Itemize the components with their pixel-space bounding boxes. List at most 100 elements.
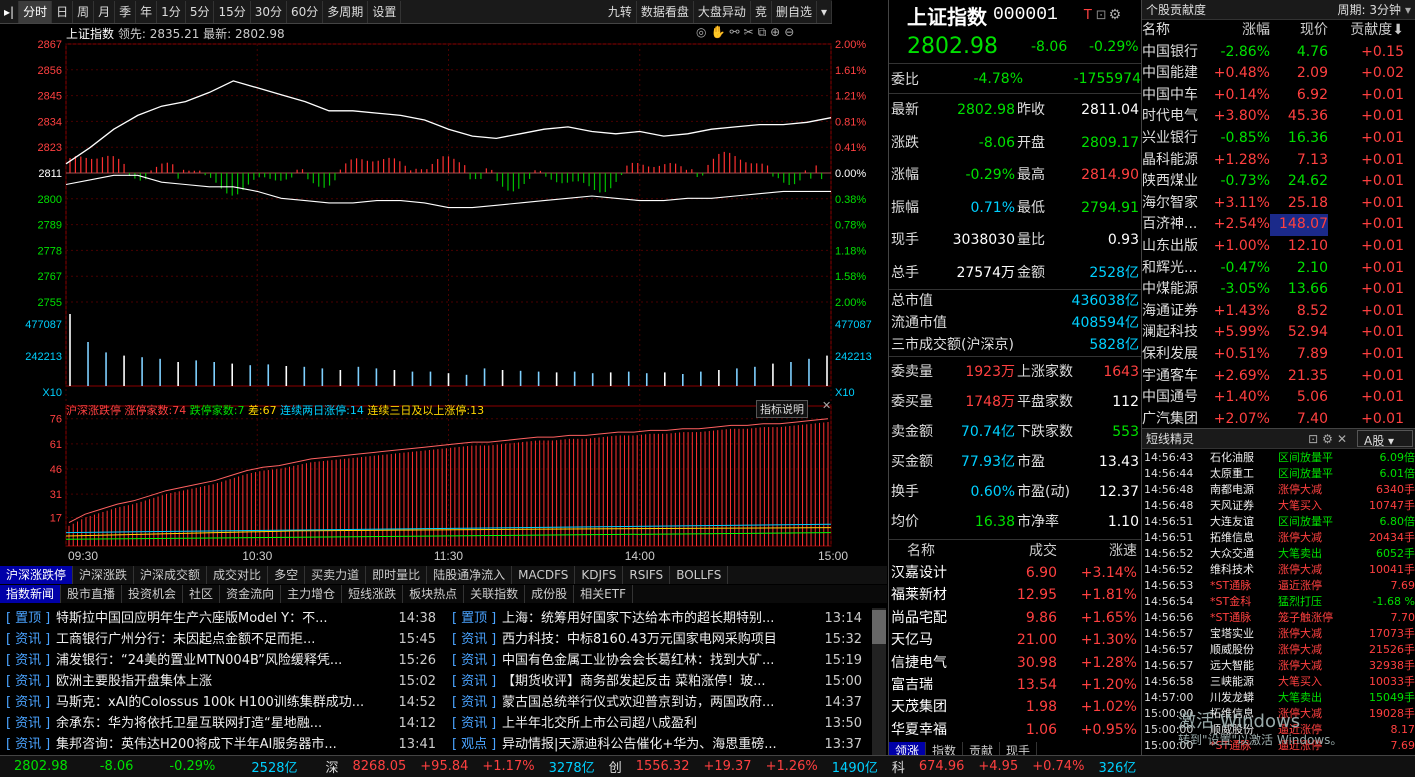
close-icon[interactable]: ✕ — [1337, 429, 1347, 448]
news-tab[interactable]: 板块热点 — [403, 585, 465, 603]
contrib-row[interactable]: 中国能建 +0.48% 2.09 +0.02 — [1142, 63, 1415, 85]
period-tab[interactable]: 月 — [94, 0, 116, 23]
period-tab[interactable]: 分时 — [19, 0, 53, 23]
t-icon[interactable]: T — [1084, 8, 1092, 23]
period-tab[interactable]: 1分 — [157, 0, 186, 23]
news-tab[interactable]: 主力增仓 — [281, 585, 343, 603]
contrib-col-pct[interactable]: 涨幅 — [1212, 20, 1270, 42]
period-tab[interactable]: 年 — [136, 0, 158, 23]
news-text[interactable]: 上半年北交所上市公司超八成盈利 — [502, 713, 822, 734]
toolbar-button[interactable]: 竞 — [751, 0, 772, 23]
contrib-row[interactable]: 山东出版 +1.00% 12.10 +0.01 — [1142, 236, 1415, 258]
gear-icon[interactable]: ⚙ — [1109, 7, 1122, 23]
news-text[interactable]: 特斯拉中国回应明年生产六座版Model Y：不... — [56, 608, 396, 629]
news-tab[interactable]: 指数新闻 — [0, 585, 62, 603]
contrib-row[interactable]: 兴业银行 -0.85% 16.36 +0.01 — [1142, 128, 1415, 150]
period-tab[interactable]: 季 — [115, 0, 137, 23]
contrib-row[interactable]: 中国中车 +0.14% 6.92 +0.01 — [1142, 85, 1415, 107]
news-item[interactable]: [资讯] 集邦咨询：英伟达H200将成下半年AI服务器市... 13:41 — [0, 734, 440, 755]
hand-icon[interactable]: ✋ — [710, 25, 729, 39]
news-text[interactable]: 异动情报|天源迪科公告催化+华为、海思重磅... — [502, 734, 822, 755]
jingling-row[interactable]: 14:56:56 *ST通脉 笼子触涨停 7.70 — [1142, 610, 1415, 626]
rank-row[interactable]: 天亿马 21.00 +1.30% — [889, 629, 1141, 651]
news-item[interactable]: [资讯] 工商银行广州分行：未因起点金额不足而拒... 15:45 — [0, 629, 440, 650]
indicator-tab[interactable]: 多空 — [268, 566, 306, 584]
jingling-row[interactable]: 14:56:48 天风证券 大笔买入 10747手 — [1142, 498, 1415, 514]
news-item[interactable]: [资讯] 蒙古国总统举行仪式欢迎普京到访，两国政府... 14:37 — [446, 692, 866, 713]
period-tab[interactable]: 15分 — [214, 0, 251, 23]
news-item[interactable]: [观点] 异动情报|天源迪科公告催化+华为、海思重磅... 13:37 — [446, 734, 866, 755]
news-item[interactable]: [资讯] 西力科技：中标8160.43万元国家电网采购项目 15:32 — [446, 629, 866, 650]
jingling-row[interactable]: 14:56:57 远大智能 涨停大减 32938手 — [1142, 658, 1415, 674]
news-text[interactable]: 余承东：华为将依托卫星互联网打造“星地融... — [56, 713, 396, 734]
news-item[interactable]: [资讯] 上半年北交所上市公司超八成盈利 13:50 — [446, 713, 866, 734]
contrib-row[interactable]: 海通证券 +1.43% 8.52 +0.01 — [1142, 301, 1415, 323]
rank-row[interactable]: 天茂集团 1.98 +1.02% — [889, 696, 1141, 718]
toolbar-button[interactable]: 九转 — [604, 0, 637, 23]
news-item[interactable]: [资讯] 中国有色金属工业协会会长葛红林：找到大矿... 15:19 — [446, 650, 866, 671]
period-tab[interactable]: 日 — [52, 0, 74, 23]
toolbar-button[interactable]: 数据看盘 — [637, 0, 694, 23]
indicator-tab[interactable]: BOLLFS — [670, 566, 729, 584]
indicator-help-button[interactable]: 指标说明 — [756, 400, 808, 418]
share-icon[interactable]: ⊡ — [1096, 8, 1107, 23]
share-icon[interactable]: ⊡ — [1308, 429, 1318, 448]
copy-icon[interactable]: ⧉ — [758, 25, 771, 39]
indicator-tab[interactable]: 成交对比 — [207, 566, 269, 584]
news-item[interactable]: [资讯] 浦发银行：“24美的置业MTN004B”风险缓释凭... 15:26 — [0, 650, 440, 671]
toolbar-button[interactable]: 删自选 — [772, 0, 817, 23]
news-tab[interactable]: 投资机会 — [122, 585, 184, 603]
contrib-row[interactable]: 和辉光... -0.47% 2.10 +0.01 — [1142, 258, 1415, 280]
indicator-tab[interactable]: 沪深成交额 — [134, 566, 208, 584]
news-item[interactable]: [置顶] 上海：统筹用好国家下达给本市的超长期特别... 13:14 — [446, 608, 866, 629]
indicator-tab[interactable]: MACDFS — [512, 566, 576, 584]
dropdown-icon[interactable]: ▾ — [1405, 0, 1415, 19]
period-tab[interactable]: 60分 — [287, 0, 324, 23]
period-tab[interactable]: 周 — [73, 0, 95, 23]
scroll-thumb[interactable] — [872, 610, 886, 644]
news-text[interactable]: 上海：统筹用好国家下达给本市的超长期特别... — [502, 608, 822, 629]
news-item[interactable]: [资讯] 余承东：华为将依托卫星互联网打造“星地融... 14:12 — [0, 713, 440, 734]
indicator-tab[interactable]: KDJFS — [575, 566, 624, 584]
news-text[interactable]: 工商银行广州分行：未因起点金额不足而拒... — [56, 629, 396, 650]
dropdown-icon[interactable]: ▾ — [817, 0, 832, 23]
news-item[interactable]: [资讯] 【期货收评】商务部发起反击 菜粕涨停！玻... 15:00 — [446, 671, 866, 692]
rank-row[interactable]: 富吉瑞 13.54 +1.20% — [889, 674, 1141, 696]
indicator-tab[interactable]: 沪深涨跌停 — [0, 566, 74, 584]
indicator-tab[interactable]: 陆股通净流入 — [427, 566, 513, 584]
period-select[interactable]: 周期: 3分钟 — [1337, 0, 1405, 19]
jingling-row[interactable]: 14:56:51 大连友谊 区间放量平 6.80倍 — [1142, 514, 1415, 530]
news-text[interactable]: 蒙古国总统举行仪式欢迎普京到访，两国政府... — [502, 692, 822, 713]
jingling-row[interactable]: 14:56:53 *ST通脉 逼近涨停 7.69 — [1142, 578, 1415, 594]
period-tab[interactable]: 30分 — [251, 0, 288, 23]
jingling-row[interactable]: 14:56:52 大众交通 大笔卖出 6052手 — [1142, 546, 1415, 562]
news-text[interactable]: 欧洲主要股指开盘集体上涨 — [56, 671, 396, 692]
news-tab[interactable]: 股市直播 — [61, 585, 123, 603]
jingling-row[interactable]: 14:56:43 石化油服 区间放量平 6.09倍 — [1142, 450, 1415, 466]
news-text[interactable]: 集邦咨询：英伟达H200将成下半年AI服务器市... — [56, 734, 396, 755]
indicator-tab[interactable]: 沪深涨跌 — [73, 566, 135, 584]
news-tab[interactable]: 成份股 — [525, 585, 575, 603]
rank-row[interactable]: 信捷电气 30.98 +1.28% — [889, 652, 1141, 674]
news-text[interactable]: 中国有色金属工业协会会长葛红林：找到大矿... — [502, 650, 822, 671]
contrib-row[interactable]: 保利发展 +0.51% 7.89 +0.01 — [1142, 344, 1415, 366]
menu-arrow-icon[interactable]: ▸| — [0, 0, 20, 23]
rank-row[interactable]: 汉嘉设计 6.90 +3.14% — [889, 562, 1141, 584]
rank-col-speed[interactable]: 涨速 — [1057, 540, 1137, 562]
jingling-row[interactable]: 14:56:58 三峡能源 大笔买入 10033手 — [1142, 674, 1415, 690]
news-tab[interactable]: 资金流向 — [220, 585, 282, 603]
news-text[interactable]: 马斯克：xAI的Colossus 100k H100训练集群成功... — [56, 692, 396, 713]
jingling-row[interactable]: 14:56:52 维科技术 涨停大减 10041手 — [1142, 562, 1415, 578]
news-tab[interactable]: 社区 — [183, 585, 221, 603]
eye-icon[interactable]: ◎ — [696, 25, 710, 39]
zoom-in-icon[interactable]: ⊕ — [770, 25, 784, 39]
news-item[interactable]: [资讯] 马斯克：xAI的Colossus 100k H100训练集群成功... 1… — [0, 692, 440, 713]
contrib-row[interactable]: 百济神... +2.54% 148.07 +0.01 — [1142, 214, 1415, 236]
jingling-row[interactable]: 14:56:51 拓维信息 涨停大减 20434手 — [1142, 530, 1415, 546]
rank-row[interactable]: 尚品宅配 9.86 +1.65% — [889, 607, 1141, 629]
gear-icon[interactable]: ⚙ — [1322, 429, 1333, 448]
news-item[interactable]: [置顶] 特斯拉中国回应明年生产六座版Model Y：不... 14:38 — [0, 608, 440, 629]
news-tab[interactable]: 短线涨跌 — [342, 585, 404, 603]
news-tab[interactable]: 相关ETF — [574, 585, 633, 603]
toolbar-button[interactable]: 大盘异动 — [694, 0, 751, 23]
